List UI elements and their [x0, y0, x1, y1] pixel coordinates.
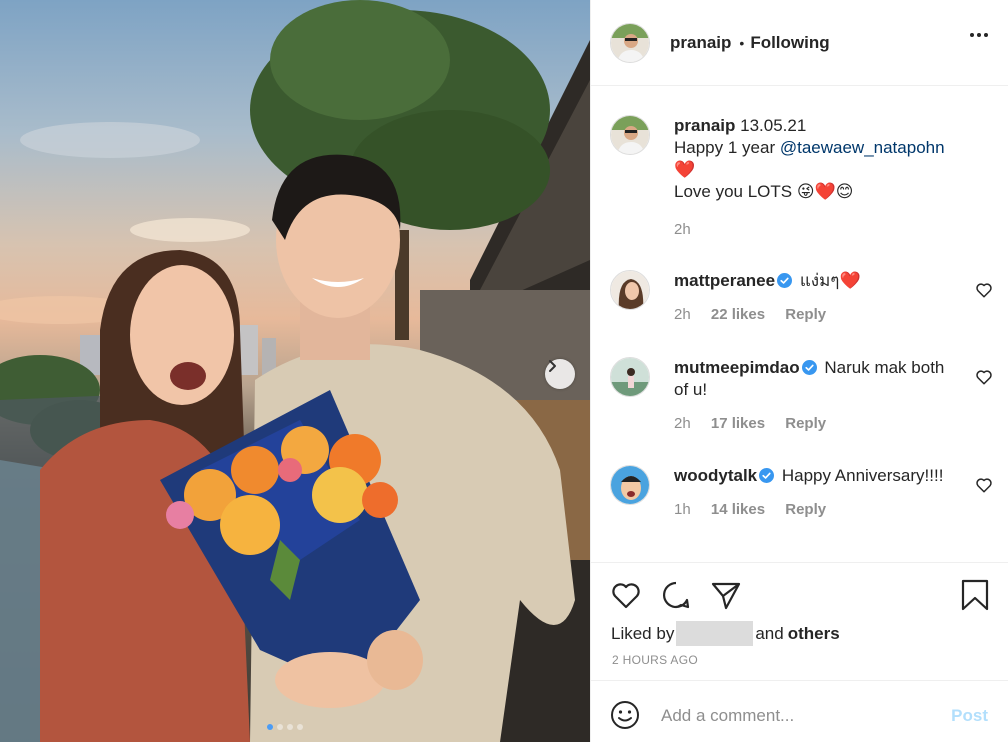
post-header: pranaip • Following — [591, 0, 1008, 86]
verified-badge-icon — [777, 273, 793, 288]
post-comment-button[interactable]: Post — [951, 706, 988, 726]
avatar-image — [611, 116, 649, 154]
following-button[interactable]: Following — [750, 33, 829, 53]
comment-text: Happy Anniversary!!!! — [781, 466, 944, 485]
comment-text: แง่มๆ❤️ — [799, 271, 861, 290]
mention-link[interactable]: @taewaew_natapohn — [780, 138, 945, 157]
add-comment-input[interactable]: Add a comment... — [661, 706, 794, 726]
comment-time: 2h — [674, 415, 691, 432]
chevron-right-icon — [549, 360, 556, 372]
liked-by-and: and — [755, 623, 784, 643]
redacted-username — [676, 621, 754, 646]
next-photo-button[interactable] — [545, 359, 575, 389]
like-comment-heart-icon[interactable] — [975, 476, 993, 494]
reply-button[interactable]: Reply — [785, 306, 826, 323]
comment-username[interactable]: woodytalk — [674, 466, 757, 485]
like-heart-icon[interactable] — [610, 579, 642, 616]
reply-button[interactable]: Reply — [785, 415, 826, 432]
comment-likes[interactable]: 17 likes — [711, 415, 765, 432]
avatar-image — [611, 271, 649, 309]
emoji-smiley-icon[interactable] — [610, 700, 640, 730]
like-comment-heart-icon[interactable] — [975, 281, 993, 299]
reply-button[interactable]: Reply — [785, 501, 826, 518]
liked-by: Liked by and others — [611, 621, 840, 646]
comment-likes[interactable]: 22 likes — [711, 306, 765, 323]
share-send-icon[interactable] — [710, 579, 742, 616]
carousel-dot — [297, 724, 303, 730]
caption-text: Happy 1 year — [674, 138, 780, 157]
avatar-image — [611, 358, 649, 396]
post-side-panel: pranaip • Following pranaip 13.05.21 Hap… — [590, 0, 1008, 742]
avatar[interactable] — [610, 357, 650, 397]
avatar[interactable] — [610, 465, 650, 505]
avatar[interactable] — [610, 270, 650, 310]
comment-time: 1h — [674, 501, 691, 518]
verified-badge-icon — [801, 360, 817, 375]
avatar-image — [611, 466, 649, 504]
liked-by-prefix: Liked by — [611, 623, 675, 643]
liked-by-others-link[interactable]: others — [788, 624, 840, 644]
post-photo[interactable] — [0, 0, 590, 742]
like-comment-heart-icon[interactable] — [975, 368, 993, 386]
avatar-image — [611, 23, 649, 62]
caption-text-2: Love you LOTS 😜❤️😊 — [674, 182, 854, 201]
photo-illustration — [0, 0, 590, 742]
add-comment-bar: Add a comment... Post — [591, 680, 1008, 742]
comment-username[interactable]: mattperanee — [674, 271, 775, 290]
verified-badge-icon — [759, 468, 775, 483]
header-username[interactable]: pranaip — [670, 33, 731, 53]
comment-likes[interactable]: 14 likes — [711, 501, 765, 518]
carousel-dot — [267, 724, 273, 730]
avatar[interactable] — [610, 22, 650, 63]
comment-time: 2h — [674, 306, 691, 323]
comment-username[interactable]: mutmeepimdao — [674, 358, 800, 377]
more-options-icon[interactable] — [970, 33, 988, 37]
carousel-indicator — [267, 724, 303, 730]
caption-date: 13.05.21 — [740, 116, 807, 135]
post-timestamp[interactable]: 2 HOURS AGO — [612, 653, 698, 667]
comments-list[interactable]: pranaip 13.05.21 Happy 1 year @taewaew_n… — [591, 87, 1008, 562]
post-actions: Liked by and others 2 HOURS AGO — [591, 562, 1008, 680]
carousel-dot — [287, 724, 293, 730]
caption-username[interactable]: pranaip — [674, 116, 735, 135]
save-bookmark-icon[interactable] — [960, 579, 990, 616]
avatar[interactable] — [610, 115, 650, 155]
carousel-dot — [277, 724, 283, 730]
caption-time: 2h — [674, 221, 691, 238]
caption-heart-emoji: ❤️ — [674, 160, 696, 179]
comment-bubble-icon[interactable] — [660, 579, 692, 616]
separator-dot: • — [739, 34, 745, 51]
